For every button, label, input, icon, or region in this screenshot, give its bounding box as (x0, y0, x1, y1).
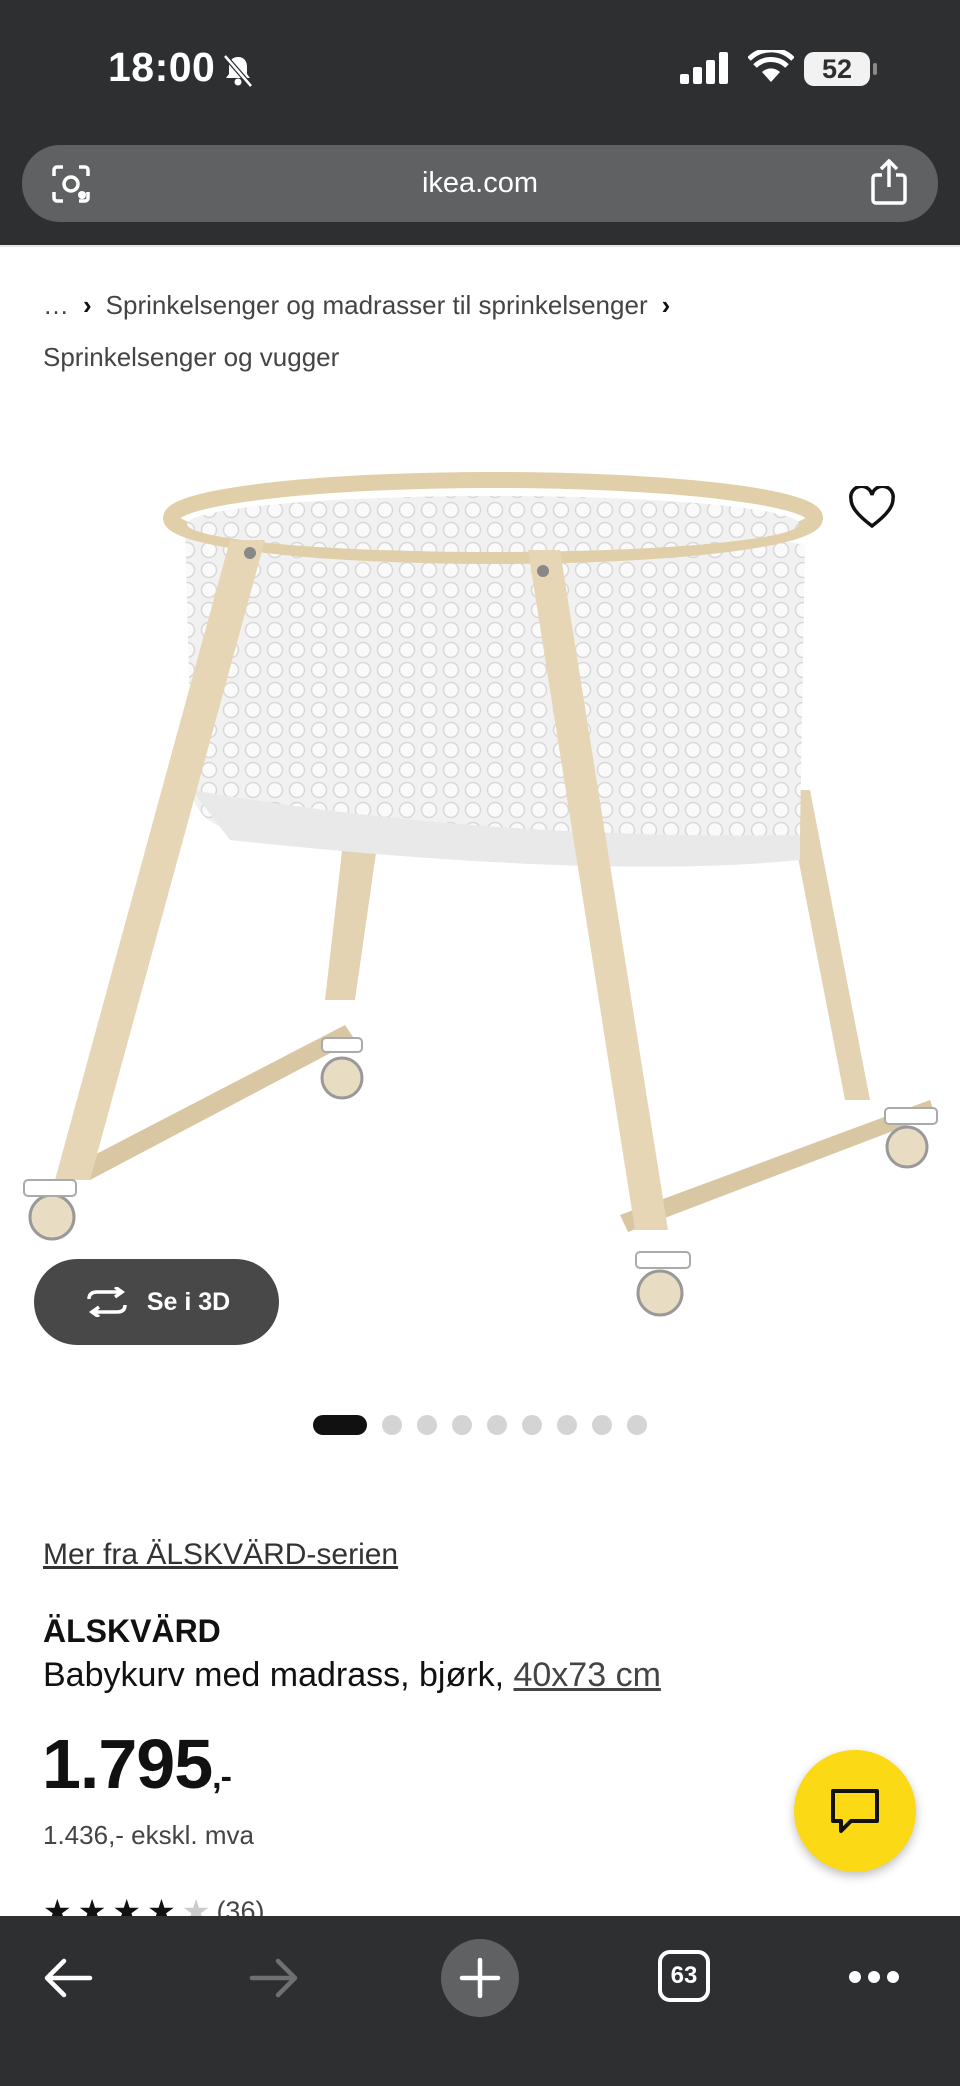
gallery-dot[interactable] (627, 1415, 647, 1435)
plus-icon (459, 1957, 501, 1999)
breadcrumb: … › Sprinkelsenger og madrasser til sprink… (43, 279, 923, 383)
price-value: 1.795 (42, 1725, 213, 1803)
more-options-icon[interactable] (848, 1970, 900, 1984)
chevron-right-icon: › (661, 290, 671, 320)
forward-arrow-icon[interactable] (248, 1956, 300, 2000)
browser-chrome: 18:00 52 ikea.com (0, 0, 960, 245)
product-name: ÄLSKVÄRD (43, 1613, 221, 1649)
gallery-dot[interactable] (592, 1415, 612, 1435)
gallery-dot[interactable] (557, 1415, 577, 1435)
chevron-right-icon: › (83, 290, 92, 320)
back-arrow-icon[interactable] (42, 1956, 94, 2000)
product-description-text: Babykurv med madrass, bjørk, (43, 1656, 505, 1694)
rotate-3d-icon (87, 1287, 127, 1317)
address-bar[interactable]: ikea.com (22, 145, 938, 222)
tabs-button[interactable]: 63 (658, 1950, 710, 2002)
view-3d-button[interactable]: Se i 3D (34, 1259, 279, 1345)
gallery-dot[interactable] (522, 1415, 542, 1435)
view-3d-label: Se i 3D (146, 1287, 231, 1316)
product-price: 1.795,- (42, 1724, 232, 1804)
favorite-heart-icon[interactable] (848, 486, 896, 530)
bell-muted-icon (223, 54, 253, 88)
browser-toolbar: 63 (0, 1916, 960, 2086)
chat-icon (831, 1789, 879, 1833)
gallery-dot[interactable] (417, 1415, 437, 1435)
breadcrumb-item[interactable]: Sprinkelsenger og vugger (43, 342, 339, 372)
size-link[interactable]: 40x73 cm (513, 1656, 660, 1694)
gallery-dot-active[interactable] (313, 1415, 367, 1435)
gallery-dot[interactable] (382, 1415, 402, 1435)
status-time: 18:00 (108, 44, 216, 90)
chrome-divider (0, 245, 960, 247)
breadcrumb-ellipsis[interactable]: … (43, 290, 69, 320)
price-ex-vat: 1.436,- ekskl. mva (43, 1820, 254, 1850)
price-suffix: ,- (212, 1758, 232, 1796)
series-link[interactable]: Mer fra ÄLSKVÄRD-serien (43, 1538, 398, 1572)
gallery-dot[interactable] (452, 1415, 472, 1435)
share-icon[interactable] (870, 159, 908, 205)
gallery-dot[interactable] (487, 1415, 507, 1435)
new-tab-button[interactable] (441, 1939, 519, 2017)
product-description: Babykurv med madrass, bjørk, 40x73 cm (43, 1656, 661, 1695)
product-image[interactable] (0, 440, 960, 1380)
battery-indicator: 52 (804, 52, 877, 86)
signal-icon (680, 52, 728, 84)
breadcrumb-item[interactable]: Sprinkelsenger og madrasser til sprinkel… (106, 290, 648, 320)
chat-button[interactable] (794, 1750, 916, 1872)
url-text[interactable]: ikea.com (22, 145, 938, 222)
gallery-pagination[interactable] (313, 1415, 647, 1435)
wifi-icon (748, 50, 794, 82)
